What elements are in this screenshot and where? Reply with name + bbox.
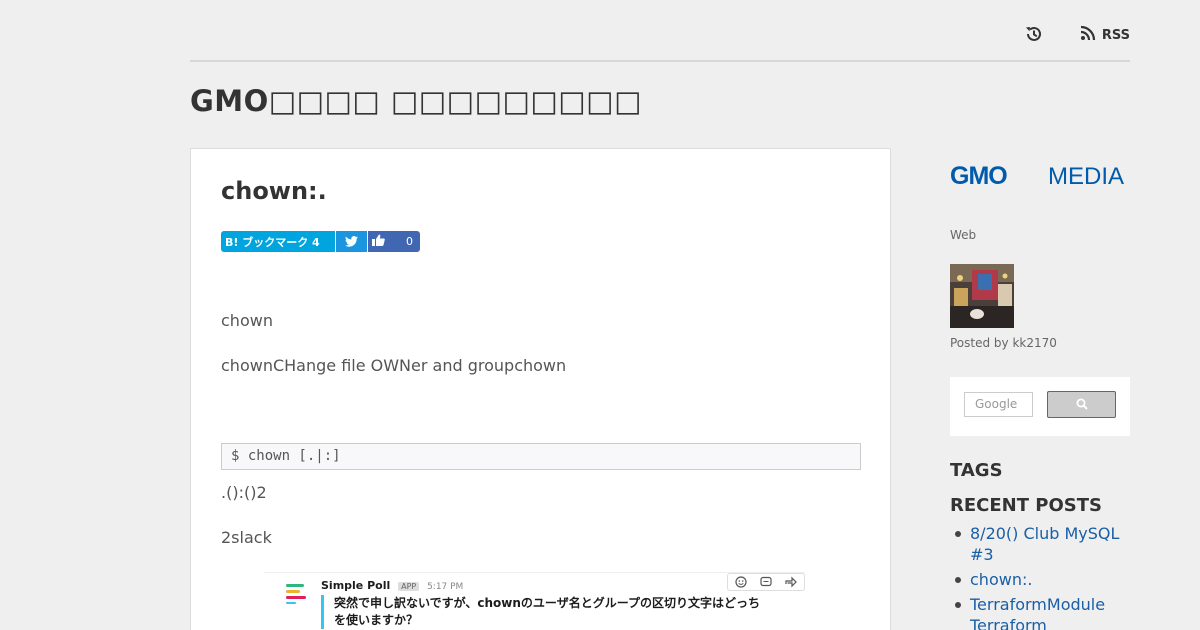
app-badge: APP [398, 582, 420, 591]
tweet-button[interactable] [335, 231, 367, 252]
tags-heading: TAGS [950, 460, 1003, 481]
slack-sender-name: Simple Poll [321, 579, 391, 592]
slack-message-actions [727, 573, 805, 591]
search-button[interactable] [1047, 391, 1116, 418]
search-input[interactable]: Google [964, 392, 1033, 417]
rss-link[interactable]: RSS [1080, 25, 1130, 45]
google-search-box: Google [950, 377, 1130, 436]
reply-thread-icon [760, 573, 772, 592]
top-nav: RSS [190, 0, 1130, 62]
recent-post-link[interactable]: chown:. [950, 569, 1135, 590]
avatar[interactable] [950, 264, 1014, 328]
facebook-like-button[interactable]: 0 [367, 231, 420, 252]
slack-timestamp: 5:17 PM [427, 582, 464, 592]
paragraph: .():()2 [221, 483, 267, 502]
paragraph: 2slack [221, 528, 272, 547]
rss-label: RSS [1101, 27, 1130, 43]
logo-gmo-text: GMO [950, 163, 1007, 187]
facebook-like-count: 0 [406, 235, 413, 248]
logo-media-text: MEDIA [1048, 163, 1124, 187]
recent-post-link[interactable]: TerraformModule Terraform [950, 594, 1135, 630]
rss-icon [1080, 25, 1096, 45]
posted-by[interactable]: Posted by kk2170 [950, 336, 1057, 350]
search-icon [1076, 395, 1088, 414]
share-message-icon [785, 573, 798, 592]
article-card: chown:. B! ブックマーク 4 0 chown chownCHange … [190, 148, 891, 630]
recent-post-link[interactable]: 8/20() Club MySQL #3 [950, 523, 1135, 565]
twitter-icon [345, 232, 358, 251]
entry-title[interactable]: chown:. [221, 177, 327, 205]
history-icon[interactable] [1024, 24, 1044, 44]
share-buttons: B! ブックマーク 4 0 [221, 231, 420, 252]
code-block: $ chown [.|:] [221, 443, 861, 470]
thumbs-up-icon [372, 234, 385, 249]
hatena-bookmark-button[interactable]: B! ブックマーク 4 [221, 231, 335, 252]
add-reaction-icon [735, 573, 747, 592]
recent-posts-list: 8/20() Club MySQL #3 chown:. TerraformMo… [950, 523, 1135, 630]
blog-title[interactable]: GMO□□□□ □□□□□□□□□ [190, 84, 642, 118]
slack-screenshot: Simple Poll APP 5:17 PM 突然で申し訳ないですが、chow… [264, 572, 805, 630]
paragraph: chown [221, 311, 273, 330]
recent-posts-heading: RECENT POSTS [950, 495, 1102, 516]
hatena-bookmark-label: B! ブックマーク 4 [225, 235, 320, 249]
sidebar-label: Web [950, 228, 977, 242]
simple-poll-logo [286, 582, 308, 608]
paragraph: chownCHange file OWNer and groupchown [221, 356, 567, 375]
slack-message-text: 突然で申し訳ないですが、chownのユーザ名とグループの区切り文字はどっちを使い… [321, 595, 771, 629]
gmo-media-logo[interactable]: GMO MEDIA [950, 162, 1130, 191]
